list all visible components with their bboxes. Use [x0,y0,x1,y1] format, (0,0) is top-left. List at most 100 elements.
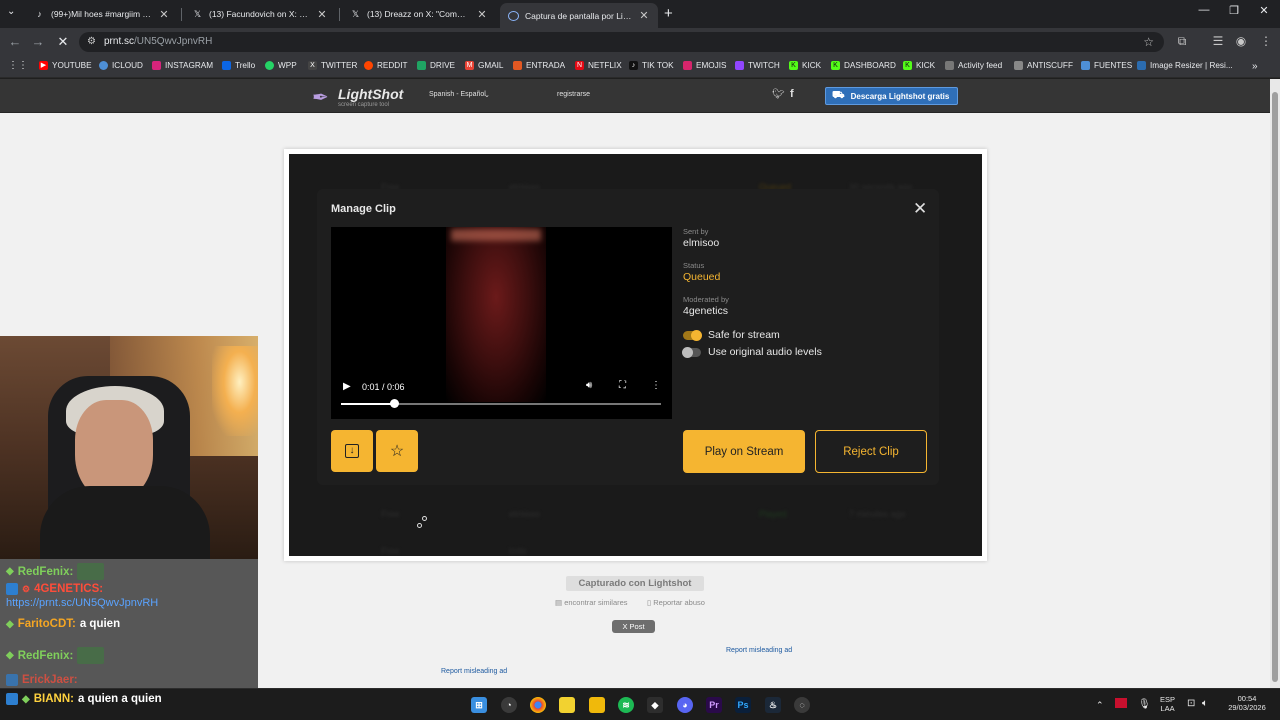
new-tab-icon[interactable]: + [664,5,678,22]
close-tab-icon[interactable]: ✕ [316,8,328,21]
bookmark-tiktok[interactable]: ♪ TIK TOK [629,61,674,70]
windows-start-icon[interactable]: ⊞ [471,697,487,713]
x-post-button[interactable]: X Post [612,620,655,633]
close-tab-icon[interactable]: ✕ [158,8,170,21]
bookmark-twitch[interactable]: TWITCH [735,61,780,70]
bookmark-gmail[interactable]: M GMAIL [465,61,503,70]
tab-search-icon[interactable]: ⌄ [7,6,19,18]
play-on-stream-button[interactable]: Play on Stream [683,430,805,473]
flag-icon[interactable] [1115,698,1127,708]
play-icon[interactable]: ▶ [343,381,351,392]
twitter-icon[interactable]: 🐦︎ [772,89,785,100]
facebook-icon[interactable]: f [790,88,794,100]
more-options-icon[interactable]: ⋮ [651,380,661,391]
chevron-up-icon[interactable]: ⌃ [1096,700,1104,711]
netflix-icon: N [575,61,584,70]
safe-for-stream-row[interactable]: Safe for stream [683,329,780,341]
bookmark-icloud[interactable]: ICLOUD [99,61,143,70]
profile-avatar[interactable]: ◉ [1233,34,1249,48]
drive-icon [417,61,426,70]
lightshot-logo[interactable]: ✒ LightShot screen capture tool [312,84,403,110]
photoshop-icon[interactable]: Ps [735,697,751,713]
bookmark-emojis[interactable]: EMOJIS [683,61,726,70]
fullscreen-icon[interactable]: ⛶ [619,380,626,391]
bookmark-twitter[interactable]: X TWITTER [308,61,357,70]
bookmark-reddit[interactable]: REDDIT [364,61,407,70]
steam-icon[interactable]: ♨ [765,697,781,713]
bookmark-wpp[interactable]: WPP [265,61,297,70]
video-scrubber-handle[interactable] [390,399,400,408]
download-lightshot-button[interactable]: ⛟ Descarga Lightshot gratis [825,87,958,105]
report-ad-link-2[interactable]: Report misleading ad [441,668,507,675]
tab-lightshot[interactable]: Captura de pantalla por Lightsh ✕ [500,3,658,28]
tab-tiktok[interactable]: ♪ (99+)Mil hoes #margiim #asan ✕ [26,4,178,24]
address-bar[interactable]: ⚙ prnt.sc/UN5QwvJpnvRH ☆ [79,32,1164,52]
file-explorer-icon[interactable] [589,697,605,713]
forward-icon[interactable]: → [30,34,46,49]
original-audio-toggle[interactable] [682,346,701,358]
bookmark-kick[interactable]: K KICK [789,61,821,70]
back-icon[interactable]: ← [7,34,23,49]
microphone-icon[interactable]: 🎙︎ [1138,699,1151,710]
original-audio-row[interactable]: Use original audio levels [682,346,822,358]
close-tab-icon[interactable]: ✕ [638,9,650,22]
app-icon[interactable]: ◔ [501,697,517,713]
site-info-icon[interactable]: ⚙ [87,36,96,47]
reading-list-icon[interactable]: ☰ [1210,34,1226,48]
network-icon[interactable]: ⊡ [1187,698,1195,709]
menu-icon[interactable]: ⋮ [1258,34,1274,48]
download-clip-button[interactable]: ↓ [331,430,373,472]
bookmark-entrada[interactable]: ENTRADA [513,61,565,70]
report-abuse-link[interactable]: ▯ Reportar abuso [647,598,705,607]
bookmark-drive[interactable]: DRIVE [417,61,455,70]
close-icon[interactable]: ✕ [913,199,927,219]
extensions-icon[interactable]: ⧉ [1174,34,1190,49]
app-icon[interactable]: ◌ [794,697,810,713]
volume-icon[interactable]: 🔊︎ [586,380,592,391]
bookmark-dashboard[interactable]: K DASHBOARD [831,61,896,70]
discord-icon[interactable]: ◕ [677,697,693,713]
chat-message: ◆ FaritoCDT: a quien [6,618,121,630]
bookmark-image-resizer[interactable]: Image Resizer | Resi... [1137,61,1233,70]
reject-clip-button[interactable]: Reject Clip [815,430,927,473]
stop-icon[interactable]: ✕ [55,34,71,50]
diamond-badge-icon: ◆ [22,693,30,705]
volume-icon[interactable]: 🔈︎ [1202,698,1208,709]
kick-icon: K [903,61,912,70]
minimize-icon[interactable]: — [1197,4,1211,16]
tab-facundovich[interactable]: 𝕏 (13) Facundovich on X: "https:// ✕ [184,4,336,24]
tiktok-icon: ♪ [37,8,42,19]
bookmark-fuentes[interactable]: FUENTES [1081,61,1132,70]
report-ad-link[interactable]: Report misleading ad [726,647,792,654]
safe-for-stream-toggle[interactable] [683,329,702,341]
spotify-icon[interactable]: ≋ [618,697,634,713]
find-similar-link[interactable]: ▤ encontrar similares [555,598,628,607]
page-scrollbar-thumb[interactable] [1272,92,1278,682]
bookmark-trello[interactable]: Trello [222,61,255,70]
language-indicator[interactable]: ESP LAA [1160,695,1175,713]
chat-link[interactable]: https://prnt.sc/UN5QwvJpnvRH [6,597,158,609]
premiere-icon[interactable]: Pr [706,697,722,713]
sticky-notes-icon[interactable] [559,697,575,713]
more-bookmarks-icon[interactable]: » [1252,61,1258,72]
apps-icon[interactable]: ⋮⋮ [8,61,28,71]
bookmark-netflix[interactable]: N NETFLIX [575,61,622,70]
close-tab-icon[interactable]: ✕ [476,8,488,21]
tab-dreazz[interactable]: 𝕏 (13) Dreazz on X: "Como dolist ✕ [342,4,496,24]
chrome-icon[interactable] [530,697,546,713]
bookmark-star-icon[interactable]: ☆ [1143,35,1154,49]
bookmark-youtube[interactable]: ▶ YOUTUBE [39,61,92,70]
clock[interactable]: 00:54 29/03/2026 [1224,694,1270,712]
app-icon[interactable]: ◆ [647,697,663,713]
favorite-clip-button[interactable]: ☆ [376,430,418,472]
language-select[interactable]: Spanish - Español [429,91,486,98]
close-window-icon[interactable]: ✕ [1257,4,1271,17]
bookmark-kick-2[interactable]: K KICK [903,61,935,70]
tab-title: (99+)Mil hoes #margiim #asan [51,9,152,19]
bookmark-antiscuff[interactable]: ANTISCUFF [1014,61,1073,70]
clip-video-player[interactable]: ▶ 0:01 / 0:06 🔊︎ ⛶ ⋮ [331,227,672,419]
bookmark-instagram[interactable]: INSTAGRAM [152,61,213,70]
register-link[interactable]: registrarse [557,91,590,98]
bookmark-activity-feed[interactable]: Activity feed [945,61,1002,70]
restore-icon[interactable]: ❐ [1227,4,1241,17]
